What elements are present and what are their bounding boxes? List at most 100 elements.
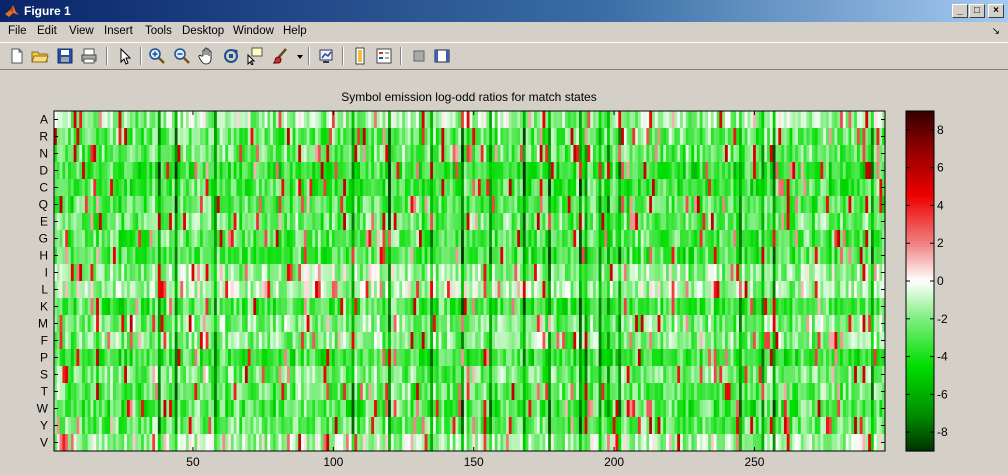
heatmap-cell <box>508 298 513 316</box>
heatmap-cell <box>118 196 122 214</box>
heatmap-cell <box>727 230 731 248</box>
heatmap-cell <box>197 247 201 265</box>
heatmap-cell <box>368 111 372 129</box>
heatmap-cell <box>483 162 487 180</box>
heatmap-cell <box>576 230 580 248</box>
heatmap-cell <box>228 111 232 129</box>
heatmap-cell <box>278 162 282 180</box>
print-icon[interactable] <box>80 47 98 65</box>
heatmap-cell <box>520 332 524 350</box>
maximize-button[interactable]: □ <box>969 4 985 18</box>
heatmap-cell <box>629 162 633 180</box>
heatmap-cell <box>211 179 215 197</box>
heatmap-cell <box>691 400 695 418</box>
heatmap-cell <box>264 230 268 248</box>
menu-help[interactable]: Help <box>283 25 307 37</box>
close-button[interactable]: × <box>988 4 1004 18</box>
heatmap-cell <box>388 162 392 180</box>
heatmap-cell <box>306 434 310 452</box>
heatmap-cell <box>70 366 75 384</box>
heatmap-cell <box>447 111 451 129</box>
menu-edit[interactable]: Edit <box>37 25 57 37</box>
heatmap-cell <box>531 247 535 265</box>
data-cursor-icon[interactable] <box>246 47 264 66</box>
heatmap-cell <box>98 332 103 350</box>
dock-arrow-icon[interactable]: ↘ <box>992 26 1000 37</box>
heatmap-cell <box>604 298 608 316</box>
heatmap-cell <box>483 298 487 316</box>
heatmap-cell <box>239 162 243 180</box>
save-icon[interactable] <box>56 47 74 65</box>
hide-plot-tools-icon[interactable] <box>410 47 428 65</box>
heatmap-cell <box>360 434 364 452</box>
legend-icon[interactable] <box>375 47 393 65</box>
heatmap-cell <box>520 196 524 214</box>
heatmap-cell <box>199 230 204 248</box>
heatmap-cell <box>393 332 397 350</box>
heatmap-cell <box>609 281 614 299</box>
menu-file[interactable]: File <box>8 25 27 37</box>
heatmap-cell <box>110 264 114 282</box>
heatmap-cell <box>138 332 142 350</box>
heatmap-cell <box>371 298 375 316</box>
heatmap-cell <box>348 230 352 248</box>
colorbar-icon[interactable] <box>351 47 369 65</box>
heatmap-cell <box>640 366 644 384</box>
heatmap-cell <box>146 213 150 231</box>
heatmap-cell <box>719 383 723 401</box>
heatmap-cell <box>202 332 206 350</box>
heatmap-cell <box>562 298 566 316</box>
heatmap-cell <box>447 434 451 452</box>
heatmap-cell <box>107 434 111 452</box>
heatmap-cell <box>514 145 518 163</box>
heatmap-cell <box>654 417 658 435</box>
heatmap-cell <box>618 145 622 163</box>
heatmap-cell <box>331 162 336 180</box>
menu-insert[interactable]: Insert <box>104 25 133 37</box>
link-plot-icon[interactable] <box>317 47 335 65</box>
menu-view[interactable]: View <box>69 25 94 37</box>
heatmap-cell <box>710 332 715 350</box>
heatmap-cell <box>550 128 555 146</box>
heatmap-cell <box>713 247 717 265</box>
heatmap-cell <box>129 315 134 333</box>
heatmap-cell <box>357 145 361 163</box>
heatmap-cell <box>623 434 628 452</box>
heatmap-cell <box>118 315 122 333</box>
open-file-icon[interactable] <box>31 47 49 65</box>
menu-tools[interactable]: Tools <box>145 25 172 37</box>
heatmap-cell <box>348 298 352 316</box>
rotate-3d-icon[interactable] <box>222 47 240 65</box>
heatmap-cell <box>545 383 549 401</box>
heatmap-cell <box>623 196 628 214</box>
heatmap-cell <box>258 264 263 282</box>
heatmap-cell <box>351 196 355 214</box>
heatmap-cell <box>531 179 535 197</box>
heatmap-cell <box>438 264 442 282</box>
heatmap-cell <box>284 213 288 231</box>
brush-dropdown-icon[interactable] <box>291 47 303 65</box>
heatmap-cell <box>475 417 479 435</box>
show-plot-tools-icon[interactable] <box>433 47 451 65</box>
menu-desktop[interactable]: Desktop <box>182 25 224 37</box>
edit-plot-icon[interactable] <box>116 47 134 65</box>
heatmap-cell <box>365 247 369 265</box>
menu-window[interactable]: Window <box>233 25 274 37</box>
heatmap-chart[interactable]: Symbol emission log-odd ratios for match… <box>4 72 1002 471</box>
heatmap-cell <box>101 315 105 333</box>
heatmap-cell <box>180 247 184 265</box>
heatmap-cell <box>244 400 249 418</box>
heatmap-cell <box>121 111 125 129</box>
heatmap-cell <box>491 366 496 384</box>
new-figure-icon[interactable] <box>8 47 26 65</box>
minimize-button[interactable]: _ <box>952 4 968 18</box>
heatmap-cell <box>682 230 687 248</box>
heatmap-cell <box>225 247 229 265</box>
zoom-in-icon[interactable] <box>148 47 166 65</box>
heatmap-cell <box>506 247 510 265</box>
brush-icon[interactable] <box>271 47 289 65</box>
zoom-out-icon[interactable] <box>173 47 191 65</box>
heatmap-cell <box>135 366 139 384</box>
pan-icon[interactable] <box>198 47 216 65</box>
heatmap-cell <box>93 196 97 214</box>
